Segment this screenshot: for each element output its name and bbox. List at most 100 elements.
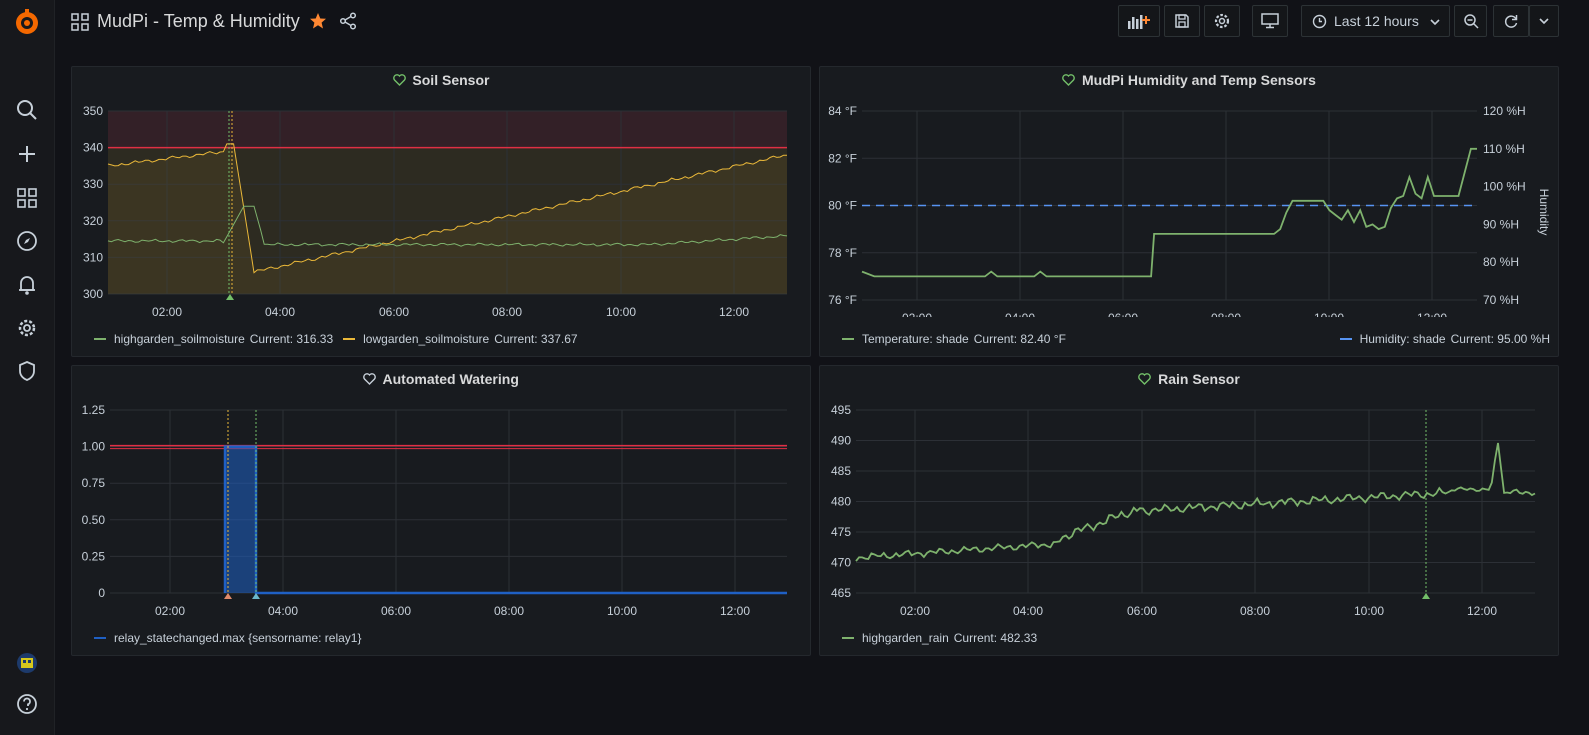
legend-item[interactable]: lowgarden_soilmoisture Current: 337.67 xyxy=(343,332,578,346)
relay-bar xyxy=(225,446,256,593)
y-tick-label: 76 °F xyxy=(828,293,857,307)
y-tick-label: 84 °F xyxy=(828,104,857,118)
gear-icon[interactable] xyxy=(14,315,40,341)
save-dashboard-button[interactable] xyxy=(1164,5,1200,37)
annotation-marker xyxy=(226,294,234,300)
rain-series-line xyxy=(855,442,1536,562)
x-tick-label: 04:00 xyxy=(1013,604,1043,616)
y-tick-label: 300 xyxy=(83,287,103,301)
y-tick-label: 1.25 xyxy=(82,403,106,417)
bell-icon[interactable] xyxy=(14,272,40,298)
chevron-down-icon xyxy=(1429,15,1441,31)
x-tick-label: 02:00 xyxy=(900,604,930,616)
y2-axis-label: Humidity xyxy=(1537,189,1551,236)
watering-legend[interactable]: relay_statechanged.max {sensorname: rela… xyxy=(94,631,361,645)
x-tick-label: 12:00 xyxy=(719,305,749,317)
help-icon[interactable] xyxy=(14,691,40,717)
plus-icon[interactable] xyxy=(14,141,40,167)
share-icon[interactable] xyxy=(339,12,357,35)
soil-chart[interactable]: 350 340 330 320 310 300 02:00 04:00 06:00 08:00 10… xyxy=(72,67,812,317)
x-tick-label: 02:00 xyxy=(155,604,185,616)
x-tick-label: 06:00 xyxy=(1108,311,1138,317)
grafana-logo-icon[interactable] xyxy=(12,8,42,38)
y-tick-label: 490 xyxy=(831,434,851,448)
zoom-out-button[interactable] xyxy=(1454,5,1487,37)
panel-automated-watering[interactable]: Automated Watering 1.25 1.00 0.75 0.50 0.25 0… xyxy=(71,365,811,656)
y-tick-label: 1.00 xyxy=(82,440,106,454)
y-tick-label: 0.75 xyxy=(82,476,106,490)
y-tick-label: 0 xyxy=(98,586,105,600)
annotation-marker xyxy=(224,593,232,599)
x-tick-label: 06:00 xyxy=(381,604,411,616)
refresh-button[interactable] xyxy=(1493,5,1529,37)
y-tick-label: 320 xyxy=(83,214,103,228)
clock-icon xyxy=(1312,14,1327,29)
y-tick-label: 78 °F xyxy=(828,246,857,260)
x-tick-label: 02:00 xyxy=(902,311,932,317)
x-tick-label: 06:00 xyxy=(379,305,409,317)
y-tick-label: 80 °F xyxy=(828,199,857,213)
x-tick-label: 12:00 xyxy=(1417,311,1447,317)
time-range-label: Last 12 hours xyxy=(1334,13,1419,29)
panel-rain-sensor[interactable]: Rain Sensor 495 490 485 480 475 470 465 02:00 04… xyxy=(819,365,1559,656)
top-bar: MudPi - Temp & Humidity Last 12 hours xyxy=(55,0,1589,46)
y2-tick-label: 70 %H xyxy=(1483,293,1519,307)
compass-icon[interactable] xyxy=(14,228,40,254)
x-tick-label: 02:00 xyxy=(152,305,182,317)
threshold-critical-band xyxy=(108,111,787,148)
y-tick-label: 465 xyxy=(831,586,851,600)
y-tick-label: 0.25 xyxy=(82,549,106,563)
x-tick-label: 08:00 xyxy=(494,604,524,616)
x-tick-label: 12:00 xyxy=(720,604,750,616)
dashboard-grid-icon[interactable] xyxy=(71,13,89,36)
x-tick-label: 10:00 xyxy=(606,305,636,317)
x-tick-label: 10:00 xyxy=(1314,311,1344,317)
panel-soil-sensor[interactable]: Soil Sensor 350 340 330 320 310 300 02:00 04:00… xyxy=(71,66,811,357)
y2-tick-label: 90 %H xyxy=(1483,217,1519,231)
y-tick-label: 330 xyxy=(83,177,103,191)
y-tick-label: 480 xyxy=(831,495,851,509)
refresh-interval-dropdown[interactable] xyxy=(1529,5,1559,37)
shield-icon[interactable] xyxy=(14,358,40,384)
y2-tick-label: 110 %H xyxy=(1483,142,1525,156)
humidity-chart[interactable]: 84 °F 82 °F 80 °F 78 °F 76 °F 120 %H 110 %H 100… xyxy=(820,67,1560,317)
y-tick-label: 495 xyxy=(831,403,851,417)
humidity-legend-temp[interactable]: Temperature: shade Current: 82.40 °F xyxy=(842,332,1066,346)
dashboard-title[interactable]: MudPi - Temp & Humidity xyxy=(97,11,300,32)
x-tick-label: 10:00 xyxy=(607,604,637,616)
y-tick-label: 0.50 xyxy=(82,513,106,527)
y-tick-label: 475 xyxy=(831,525,851,539)
add-panel-button[interactable] xyxy=(1118,5,1160,37)
avatar-icon[interactable] xyxy=(14,650,40,676)
rain-legend[interactable]: highgarden_rain Current: 482.33 xyxy=(842,631,1037,645)
search-icon[interactable] xyxy=(14,97,40,123)
x-tick-label: 12:00 xyxy=(1467,604,1497,616)
x-tick-label: 06:00 xyxy=(1127,604,1157,616)
x-tick-label: 04:00 xyxy=(265,305,295,317)
chevron-down-icon xyxy=(1539,18,1549,25)
x-tick-label: 08:00 xyxy=(1211,311,1241,317)
panel-humidity-temp[interactable]: MudPi Humidity and Temp Sensors 84 °F 82 … xyxy=(819,66,1559,357)
annotation-marker xyxy=(1422,593,1430,599)
y2-tick-label: 80 %H xyxy=(1483,255,1519,269)
y2-tick-label: 120 %H xyxy=(1483,104,1526,118)
y-tick-label: 470 xyxy=(831,556,851,570)
rain-chart[interactable]: 495 490 485 480 475 470 465 02:00 04:00 06:00 08:0… xyxy=(820,366,1560,616)
legend-item[interactable]: highgarden_soilmoisture Current: 316.33 xyxy=(94,332,333,346)
x-tick-label: 10:00 xyxy=(1354,604,1384,616)
time-range-picker[interactable]: Last 12 hours xyxy=(1301,5,1450,37)
dashboards-icon[interactable] xyxy=(14,185,40,211)
y-tick-label: 485 xyxy=(831,464,851,478)
temperature-series-line xyxy=(861,147,1477,278)
y-tick-label: 350 xyxy=(83,104,103,118)
humidity-legend-hum[interactable]: Humidity: shade Current: 95.00 %H xyxy=(1339,332,1550,346)
star-icon[interactable] xyxy=(309,12,327,35)
y-tick-label: 340 xyxy=(83,141,103,155)
cycle-view-mode-button[interactable] xyxy=(1252,5,1288,37)
y-tick-label: 82 °F xyxy=(828,151,857,165)
dashboard-settings-button[interactable] xyxy=(1204,5,1240,37)
watering-chart[interactable]: 1.25 1.00 0.75 0.50 0.25 0 02:00 04:00 06:00 08:0… xyxy=(72,366,812,616)
y2-tick-label: 100 %H xyxy=(1483,180,1526,194)
x-tick-label: 08:00 xyxy=(492,305,522,317)
x-tick-label: 04:00 xyxy=(1005,311,1035,317)
